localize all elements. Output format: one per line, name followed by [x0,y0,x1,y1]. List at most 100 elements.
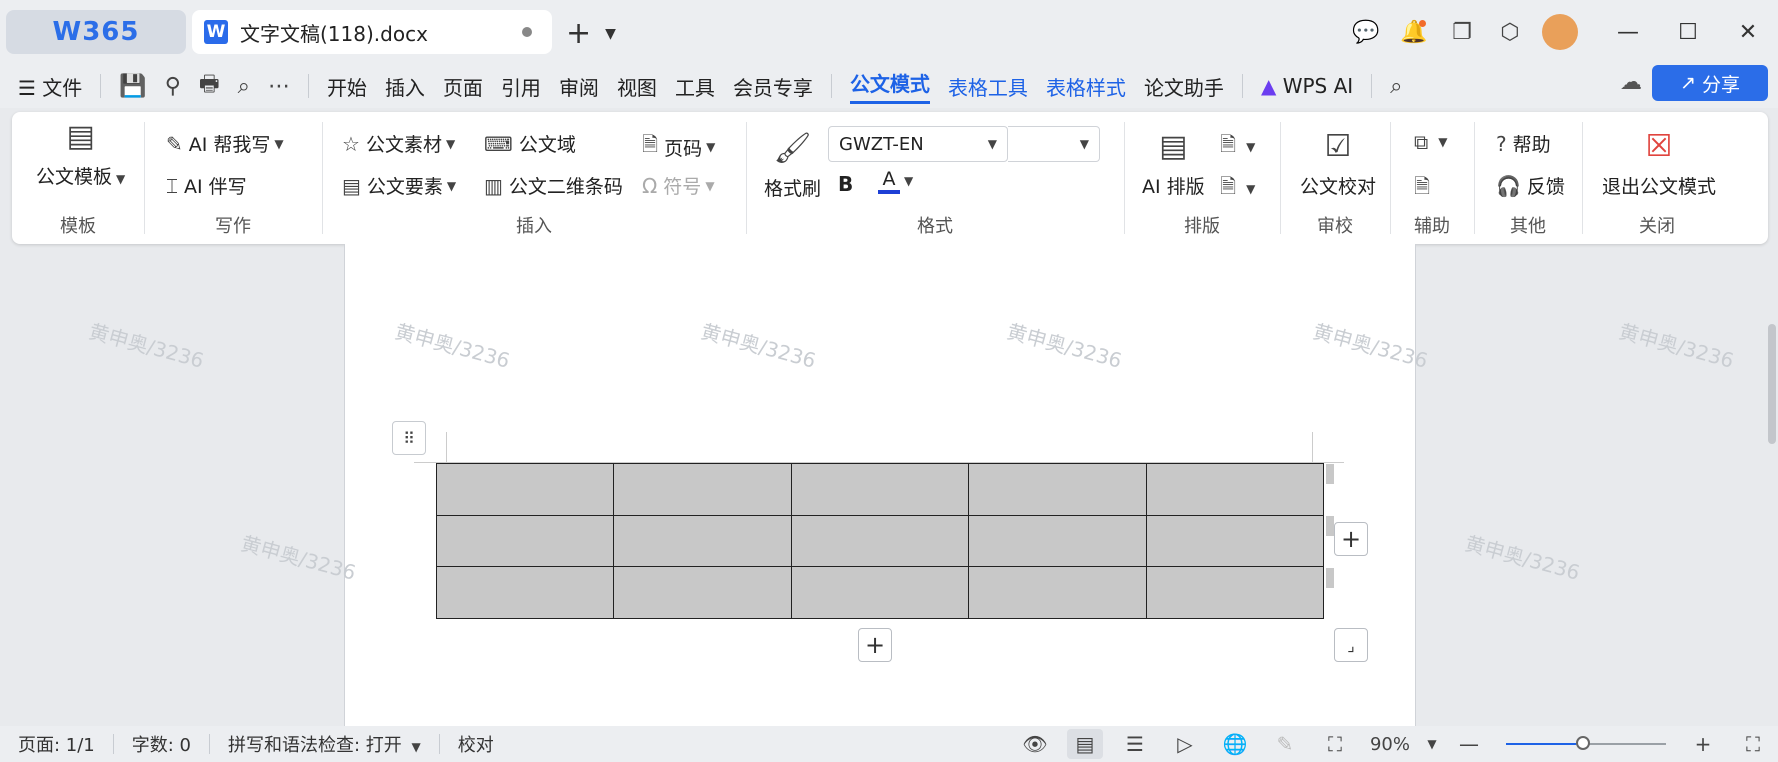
layout-option-1-button[interactable]: 🗎 ▼ [1220,130,1255,164]
tools-icon[interactable]: ⚲ [165,74,181,99]
table-cell[interactable] [613,463,792,516]
home-tab[interactable]: W365 [6,10,186,54]
zoom-level[interactable]: 90% [1360,726,1420,762]
window-icon[interactable]: ❐ [1438,12,1486,52]
close-icon[interactable]: ✕ [1718,12,1778,52]
official-element-button[interactable]: ▤ 公文要素 ▼ [342,172,456,199]
table-cell[interactable] [613,514,792,568]
tab-start[interactable]: 开始 [327,72,367,101]
save-icon[interactable]: 💾 [119,74,146,99]
table-cell[interactable] [790,514,970,568]
cloud-sync-icon[interactable]: ☁ [1620,70,1642,95]
page-indicator[interactable]: 页面: 1/1 [18,731,95,757]
web-view-icon[interactable]: 🌐 [1210,726,1260,762]
tab-tools[interactable]: 工具 [675,72,715,101]
vertical-scrollbar[interactable] [1764,244,1778,726]
tab-reference[interactable]: 引用 [501,72,541,101]
chat-icon[interactable]: 💬 [1342,12,1390,52]
table-cell[interactable] [435,463,615,516]
ai-write-button[interactable]: ✎ AI 帮我写 ▼ [166,130,284,157]
zoom-chevron-down-icon[interactable]: ▼ [1420,726,1444,762]
tab-page[interactable]: 页面 [443,72,483,101]
official-proofread-button[interactable]: ☑ 公文校对 [1300,128,1376,199]
symbol-button[interactable]: Ω 符号 ▼ [642,172,715,199]
avatar[interactable] [1542,14,1578,50]
box-icon[interactable]: ⬡ [1486,12,1534,52]
table-cell[interactable] [790,463,970,516]
ai-partner-button[interactable]: ⌶ AI 伴写 [166,172,247,199]
document-tab[interactable]: W 文字文稿(118).docx [192,10,552,54]
zoom-slider[interactable] [1506,736,1666,750]
tab-list-chevron-icon[interactable]: ▼ [605,26,616,42]
font-size-select[interactable]: ▼ [1008,126,1100,162]
table-cell[interactable] [968,514,1147,568]
fit-screen-icon[interactable]: ⛶ [1310,726,1360,762]
table-cell[interactable] [968,463,1147,516]
feedback-button[interactable]: 🎧 反馈 [1496,172,1565,199]
search-icon[interactable]: ⌕ [1390,74,1402,99]
format-brush-button[interactable]: 🖌 格式刷 [764,130,821,201]
file-menu[interactable]: ☰ 文件 [18,72,82,101]
table-cell[interactable] [790,566,970,619]
scrollbar-thumb[interactable] [1768,324,1776,444]
add-column-button[interactable]: + [1334,522,1368,556]
official-template-button[interactable]: ▤ 公文模板 ▼ [36,118,125,189]
page-view-icon[interactable]: ▤ [1067,729,1103,759]
pen-icon[interactable]: ✎ [1260,726,1310,762]
zoom-in-icon[interactable]: + [1678,726,1728,762]
tab-insert[interactable]: 插入 [385,72,425,101]
print-icon[interactable]: 🖶 [199,67,220,105]
table-cell[interactable] [1145,514,1325,568]
tab-table-style[interactable]: 表格样式 [1046,72,1126,101]
new-tab-button[interactable]: + [566,16,591,51]
page-number-button[interactable]: 🗎 页码 ▼ [642,130,715,164]
word-count[interactable]: 字数: 0 [132,731,191,757]
layout-option-2-button[interactable]: 🗎 ▼ [1220,172,1255,206]
proofread-status[interactable]: 校对 [458,731,494,757]
table-cell[interactable] [435,514,615,568]
tab-review[interactable]: 审阅 [559,72,599,101]
tab-table-tools[interactable]: 表格工具 [948,72,1028,101]
help-button[interactable]: ? 帮助 [1496,130,1551,157]
spell-check-toggle[interactable]: 拼写和语法检查: 打开 ▼ [228,731,421,757]
bold-button[interactable]: B [838,172,853,196]
tab-official-mode[interactable]: 公文模式 [849,68,930,104]
document-table[interactable] [435,463,1325,619]
outline-view-icon[interactable]: ☰ [1110,726,1160,762]
official-field-button[interactable]: ⌨ 公文域 [484,130,576,157]
fullscreen-icon[interactable]: ⛶ [1728,726,1778,762]
play-icon[interactable]: ▷ [1160,726,1210,762]
table-cell[interactable] [435,566,615,619]
tab-thesis-assistant[interactable]: 论文助手 [1144,72,1224,101]
table-cell[interactable] [613,566,792,619]
tab-member[interactable]: 会员专享 [733,72,813,101]
ai-layout-button[interactable]: ▤ AI 排版 [1142,128,1205,199]
official-material-button[interactable]: ☆ 公文素材 ▼ [342,130,455,157]
aux-option-1-button[interactable]: ⧉ ▼ [1414,130,1448,154]
bell-icon[interactable]: 🔔 [1390,12,1438,52]
unsaved-dot-icon[interactable] [522,27,532,37]
doc-gear-icon: 🗎 [1220,174,1237,198]
table-cell[interactable] [1145,566,1325,619]
aux-option-2-button[interactable]: 🗎 [1414,172,1436,206]
wps-ai-button[interactable]: ▲ WPS AI [1261,74,1353,98]
official-qrcode-button[interactable]: ▥ 公文二维条码 [484,172,623,199]
zoom-slider-knob[interactable] [1576,736,1590,750]
share-button[interactable]: ↗ 分享 [1652,65,1768,101]
table-cell[interactable] [968,566,1147,619]
font-name-select[interactable]: GWZT-EN ▼ [828,126,1008,162]
zoom-out-icon[interactable]: — [1444,726,1494,762]
add-row-button[interactable]: + [858,628,892,662]
exit-official-mode-button[interactable]: ☒ 退出公文模式 [1602,128,1716,199]
table-resize-handle[interactable]: ⌟ [1334,628,1368,662]
font-color-button[interactable]: A ▼ [878,168,913,194]
eye-icon[interactable]: 👁 [1010,726,1060,762]
tab-view[interactable]: 视图 [617,72,657,101]
table-cell[interactable] [1145,463,1325,516]
table-move-handle[interactable]: ⠿ [392,421,426,455]
maximize-icon[interactable]: ☐ [1658,12,1718,52]
more-icon[interactable]: ⋯ [268,74,290,99]
font-color-swatch [878,190,900,194]
minimize-icon[interactable]: — [1598,12,1658,52]
print-preview-icon[interactable]: ⌕ [238,74,250,99]
